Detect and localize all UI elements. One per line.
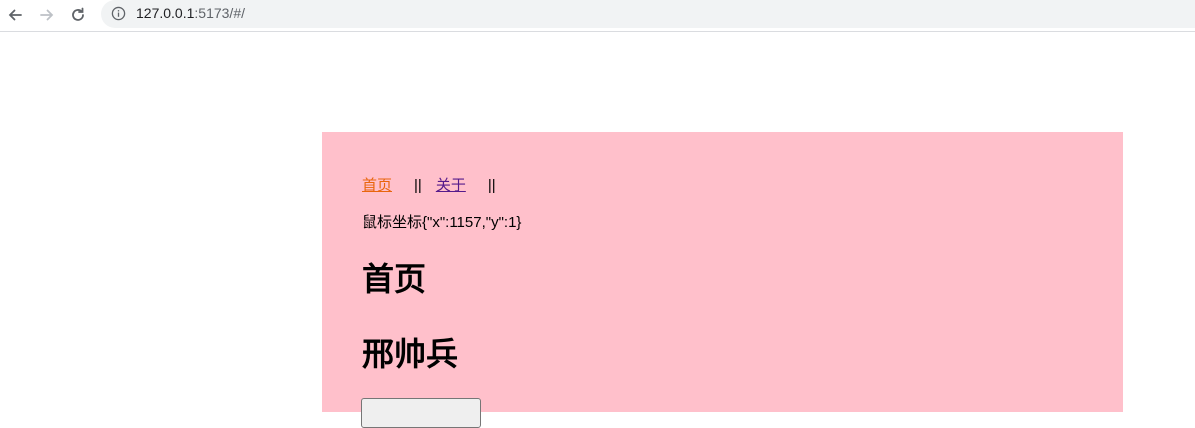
nav-separator: ||	[487, 177, 496, 194]
mouse-coordinates: 鼠标坐标{"x":1157,"y":1}	[362, 214, 522, 231]
nav-separator: ||	[414, 177, 422, 194]
back-button[interactable]	[4, 4, 26, 26]
reload-icon	[72, 7, 84, 21]
nav-link-home[interactable]: 首页	[362, 177, 392, 194]
user-name-heading: 邢帅兵	[362, 335, 459, 373]
back-arrow-icon	[8, 9, 22, 21]
app-container: 首页 || 关于 || 鼠标坐标{"x":1157,"y":1} 首页 邢帅兵	[322, 132, 1123, 428]
browser-toolbar: 127.0.0.1:5173/#/	[0, 0, 1195, 32]
forward-arrow-icon	[40, 9, 54, 21]
url-path: :5173/#/	[194, 5, 245, 21]
info-icon[interactable]	[111, 6, 126, 21]
router-nav: 首页 || 关于 ||	[362, 174, 496, 195]
reload-button[interactable]	[67, 4, 89, 26]
url-text[interactable]: 127.0.0.1:5173/#/	[136, 5, 245, 21]
nav-link-about[interactable]: 关于	[436, 177, 466, 194]
url-host: 127.0.0.1	[136, 5, 195, 21]
forward-button[interactable]	[36, 4, 58, 26]
action-button[interactable]	[361, 398, 481, 428]
address-bar[interactable]: 127.0.0.1:5173/#/	[101, 0, 1195, 28]
page-title: 首页	[362, 260, 427, 298]
